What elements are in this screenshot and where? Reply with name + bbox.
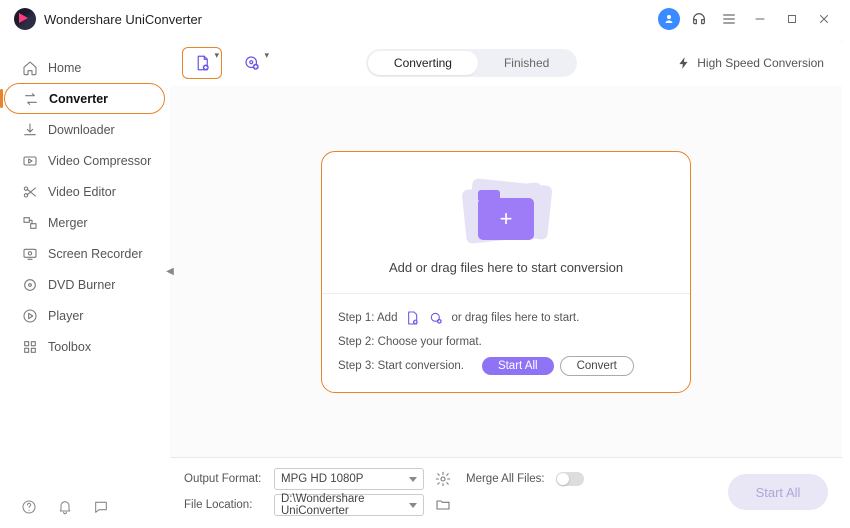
sidebar-item-label: Merger [48,216,88,230]
output-format-select[interactable]: MPG HD 1080P [274,468,424,490]
step-3-text: Step 3: Start conversion. [338,360,464,372]
sidebar-item-label: Video Editor [48,185,116,199]
output-settings-button[interactable] [434,470,452,488]
main-panel: ▾ ▾ Converting Finished High Speed Conve… [170,40,842,528]
account-avatar[interactable] [658,8,680,30]
merge-all-toggle[interactable] [556,472,584,486]
minimize-icon [753,12,767,26]
sidebar-item-screen-recorder[interactable]: Screen Recorder [0,238,169,269]
hamburger-menu-button[interactable] [718,8,740,30]
sidebar: Home Converter Downloader Video Compress… [0,38,170,528]
drop-zone-headline: Add or drag files here to start conversi… [389,260,623,275]
collapse-sidebar-button[interactable]: ◀ [163,262,177,282]
step-1-prefix: Step 1: Add [338,312,397,324]
content-area: ◀ + Add or drag files here to start conv… [170,86,842,457]
help-button[interactable] [20,498,38,516]
home-icon [22,60,38,76]
sidebar-item-merger[interactable]: Merger [0,207,169,238]
sidebar-item-label: Screen Recorder [48,247,143,261]
sidebar-item-dvd-burner[interactable]: DVD Burner [0,269,169,300]
title-bar: Wondershare UniConverter [0,0,850,38]
step-1: Step 1: Add or drag files here to start. [338,306,674,330]
sidebar-item-label: Converter [49,92,108,106]
feedback-button[interactable] [92,498,110,516]
sidebar-item-label: Toolbox [48,340,91,354]
scissors-icon [22,184,38,200]
sidebar-item-video-compressor[interactable]: Video Compressor [0,145,169,176]
drop-zone[interactable]: + Add or drag files here to start conver… [321,151,691,393]
output-format-label: Output Format: [184,473,264,485]
chevron-down-icon: ▾ [214,50,219,61]
disc-icon [22,277,38,293]
gear-icon [435,471,451,487]
sidebar-item-video-editor[interactable]: Video Editor [0,176,169,207]
disc-add-icon [427,309,445,327]
bell-icon [57,499,73,515]
sidebar-item-converter[interactable]: Converter [4,83,165,114]
folder-add-icon: + [456,180,556,250]
high-speed-conversion-toggle[interactable]: High Speed Conversion [671,56,830,70]
tab-group: Converting Finished [366,49,577,77]
screen-recorder-icon [22,246,38,262]
sidebar-item-label: DVD Burner [48,278,115,292]
sidebar-item-home[interactable]: Home [0,52,169,83]
file-location-label: File Location: [184,499,264,511]
grid-icon [22,339,38,355]
toolbar: ▾ ▾ Converting Finished High Speed Conve… [170,40,842,86]
sidebar-item-label: Downloader [48,123,115,137]
disc-add-icon [243,54,261,72]
minimize-button[interactable] [748,7,772,31]
tab-converting[interactable]: Converting [368,51,478,75]
folder-icon [435,497,451,513]
sidebar-item-label: Player [48,309,83,323]
converter-icon [23,91,39,107]
sidebar-item-label: Home [48,61,81,75]
step-2: Step 2: Choose your format. [338,330,674,354]
help-icon [21,499,37,515]
chevron-down-icon: ▾ [264,50,269,61]
open-folder-button[interactable] [434,496,452,514]
maximize-icon [785,12,799,26]
maximize-button[interactable] [780,7,804,31]
app-title: Wondershare UniConverter [44,12,202,27]
file-location-select[interactable]: D:\Wondershare UniConverter [274,494,424,516]
bottom-bar: Output Format: MPG HD 1080P Merge All Fi… [170,457,842,528]
file-add-icon [403,309,421,327]
headset-icon [691,11,707,27]
start-all-pill[interactable]: Start All [482,357,554,375]
sidebar-item-downloader[interactable]: Downloader [0,114,169,145]
chat-icon [93,499,109,515]
sidebar-item-player[interactable]: Player [0,300,169,331]
file-location-value: D:\Wondershare UniConverter [281,493,403,517]
start-all-button[interactable]: Start All [728,474,828,510]
menu-icon [721,11,737,27]
add-url-button[interactable]: ▾ [232,47,272,79]
close-button[interactable] [812,7,836,31]
sidebar-item-toolbox[interactable]: Toolbox [0,331,169,362]
step-1-suffix: or drag files here to start. [451,312,579,324]
app-logo-icon [14,8,36,30]
lightning-icon [677,56,691,70]
sidebar-item-label: Video Compressor [48,154,151,168]
file-add-icon [193,54,211,72]
tab-finished[interactable]: Finished [478,51,575,75]
add-file-button[interactable]: ▾ [182,47,222,79]
download-icon [22,122,38,138]
compressor-icon [22,153,38,169]
play-icon [22,308,38,324]
support-button[interactable] [688,8,710,30]
output-format-value: MPG HD 1080P [281,473,363,485]
close-icon [817,12,831,26]
user-icon [663,13,675,25]
high-speed-label: High Speed Conversion [697,56,824,70]
convert-pill[interactable]: Convert [560,356,634,376]
notifications-button[interactable] [56,498,74,516]
merger-icon [22,215,38,231]
merge-all-label: Merge All Files: [466,473,546,485]
step-3: Step 3: Start conversion. Start All Conv… [338,354,674,378]
